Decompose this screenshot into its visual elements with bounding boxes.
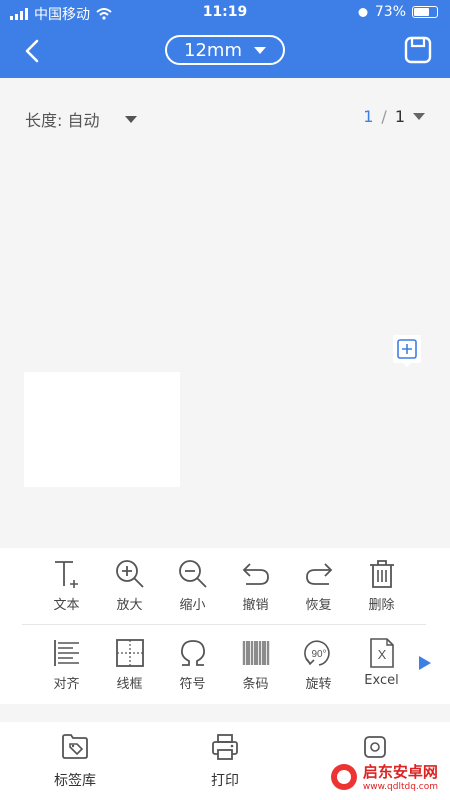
- barcode-icon: [241, 641, 270, 665]
- undo-button[interactable]: 撤销: [224, 552, 287, 622]
- nav-tag-library-label: 标签库: [54, 773, 96, 789]
- status-bar: 中国移动 11:19 73%: [0, 0, 450, 26]
- edit-toolbar: 文本 放大 缩小 撤销 恢复 删除 对齐 线框 符号 条码 90° 旋转 X E…: [0, 548, 450, 704]
- rotate-icon: 90°: [303, 640, 330, 666]
- text-tool-label: 文本: [53, 598, 80, 613]
- excel-button[interactable]: X Excel: [350, 631, 413, 701]
- chevron-down-icon: [125, 115, 138, 123]
- toolbar-row-1: 文本 放大 缩小 撤销 恢复 删除: [35, 552, 415, 622]
- text-icon: [54, 561, 78, 588]
- frame-label: 线框: [116, 677, 143, 692]
- alarm-icon: [358, 8, 368, 17]
- nav-print-label: 打印: [211, 773, 239, 789]
- delete-button[interactable]: 删除: [350, 552, 413, 622]
- redo-button[interactable]: 恢复: [287, 552, 350, 622]
- undo-icon: [242, 563, 269, 585]
- zoom-out-icon: [178, 560, 207, 588]
- label-canvas[interactable]: [24, 372, 180, 487]
- toolbar-next-arrow-icon[interactable]: [419, 656, 431, 670]
- barcode-button[interactable]: 条码: [224, 631, 287, 701]
- excel-label: Excel: [364, 673, 399, 688]
- length-selector[interactable]: 长度: 自动: [25, 107, 138, 131]
- back-button[interactable]: [18, 36, 48, 66]
- redo-label: 恢复: [305, 598, 332, 613]
- battery-icon: [412, 6, 438, 18]
- page-selector[interactable]: 1 / 1: [363, 107, 425, 126]
- watermark: 启东安卓网 www.qdltdq.com: [330, 761, 438, 792]
- watermark-title: 启东安卓网: [362, 763, 438, 781]
- align-label: 对齐: [53, 677, 80, 692]
- app-header: 中国移动 11:19 73% 12mm: [0, 0, 450, 78]
- page-separator: /: [381, 107, 387, 126]
- zoom-in-icon: [115, 560, 144, 588]
- toolbar-row-2: 对齐 线框 符号 条码 90° 旋转 X Excel: [35, 631, 415, 701]
- zoom-out-button[interactable]: 缩小: [161, 552, 224, 622]
- battery-percent: 73%: [374, 4, 406, 20]
- watermark-logo-icon: [330, 763, 357, 790]
- tape-size-label: 12mm: [184, 39, 242, 61]
- save-button[interactable]: [404, 36, 432, 64]
- redo-icon: [305, 563, 332, 585]
- symbol-button[interactable]: 符号: [161, 631, 224, 701]
- canvas-options-row: 长度: 自动 1 / 1: [0, 100, 450, 134]
- add-page-button[interactable]: [392, 334, 422, 368]
- tape-size-selector[interactable]: 12mm: [165, 35, 285, 65]
- excel-glyph: X: [377, 647, 386, 662]
- toolbar-divider: [22, 624, 426, 625]
- page-current: 1: [363, 107, 374, 126]
- watermark-url: www.qdltdq.com: [362, 782, 438, 792]
- length-label: 长度: 自动: [25, 111, 100, 130]
- excel-icon: X: [369, 638, 394, 668]
- align-button[interactable]: 对齐: [35, 631, 98, 701]
- frame-button[interactable]: 线框: [98, 631, 161, 701]
- barcode-label: 条码: [242, 677, 269, 692]
- symbol-label: 符号: [179, 677, 206, 692]
- zoom-in-button[interactable]: 放大: [98, 552, 161, 622]
- chevron-down-icon: [253, 46, 266, 54]
- delete-label: 删除: [368, 598, 395, 613]
- rotate-label: 旋转: [305, 677, 332, 692]
- zoom-out-label: 缩小: [179, 598, 206, 613]
- omega-icon: [180, 640, 205, 666]
- zoom-in-label: 放大: [116, 598, 143, 613]
- battery-fill: [414, 8, 429, 16]
- rotate-glyph: 90°: [311, 649, 326, 660]
- undo-label: 撤销: [242, 598, 269, 613]
- rotate-button[interactable]: 90° 旋转: [287, 631, 350, 701]
- printer-icon: [212, 734, 238, 760]
- nav-tag-library[interactable]: 标签库: [25, 732, 125, 790]
- chevron-down-icon: [413, 113, 425, 120]
- nav-print[interactable]: 打印: [175, 732, 275, 790]
- tag-library-icon: [62, 734, 88, 759]
- bottom-nav: 标签库 打印 启东安卓网 www.qdltdq.com: [0, 722, 450, 800]
- text-tool-button[interactable]: 文本: [35, 552, 98, 622]
- frame-icon: [115, 639, 144, 667]
- trash-icon: [369, 560, 394, 588]
- align-icon: [53, 640, 79, 666]
- page-total: 1: [394, 107, 405, 126]
- settings-icon: [364, 736, 386, 758]
